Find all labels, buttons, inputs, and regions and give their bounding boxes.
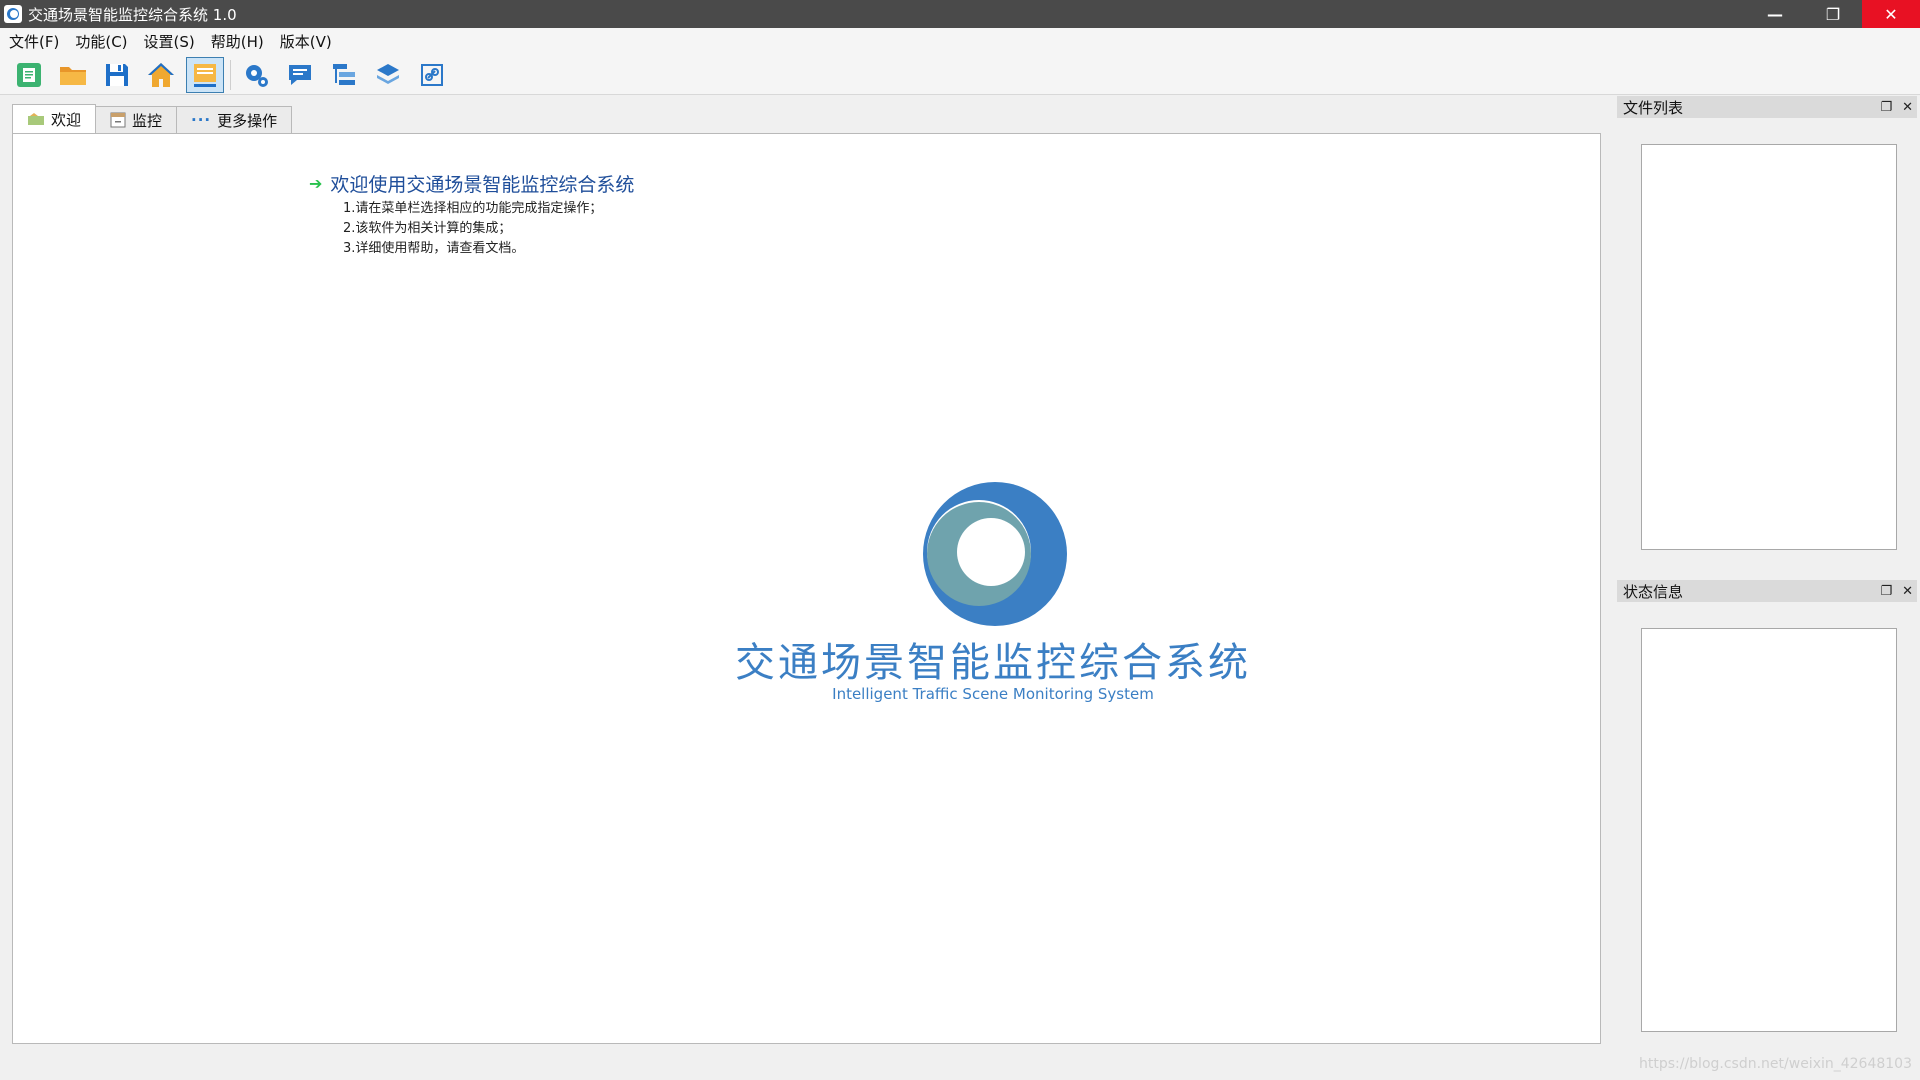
message-button[interactable] <box>281 57 319 93</box>
tree-list-button[interactable] <box>325 57 363 93</box>
monitor-icon <box>194 63 216 87</box>
title-bar: 交通场景智能监控综合系统 1.0 — ❐ ✕ <box>0 0 1920 28</box>
logo-title: 交通场景智能监控综合系统 <box>735 640 1251 686</box>
status-info-box[interactable] <box>1641 628 1897 1032</box>
close-icon[interactable]: ✕ <box>1902 584 1913 599</box>
tab-monitor[interactable]: 监控 <box>95 106 178 133</box>
welcome-page: ➔ 欢迎使用交通场景智能监控综合系统 1.请在菜单栏选择相应的功能完成指定操作；… <box>12 133 1601 1044</box>
monitor-button[interactable] <box>186 56 224 93</box>
menu-help[interactable]: 帮助(H) <box>205 31 270 52</box>
home-icon <box>148 62 174 87</box>
file-list-panel: 文件列表 ❐ ✕ <box>1617 96 1917 560</box>
welcome-heading: ➔ 欢迎使用交通场景智能监控综合系统 <box>309 170 634 197</box>
file-list-header: 文件列表 ❐ ✕ <box>1617 96 1917 118</box>
layers-icon <box>377 63 399 84</box>
welcome-line-3: 3.详细使用帮助，请查看文档。 <box>343 241 525 256</box>
open-folder-icon <box>60 66 86 85</box>
welcome-line-1: 1.请在菜单栏选择相应的功能完成指定操作； <box>343 201 603 216</box>
tab-monitor-label: 监控 <box>132 111 163 130</box>
close-button[interactable]: ✕ <box>1862 0 1920 28</box>
layers-button[interactable] <box>369 57 407 93</box>
menu-version[interactable]: 版本(V) <box>274 31 338 52</box>
tree-list-icon <box>333 63 355 85</box>
status-info-title: 状态信息 <box>1623 582 1684 601</box>
save-button[interactable] <box>98 57 136 93</box>
save-icon <box>106 63 128 86</box>
tab-more-actions[interactable]: ··· 更多操作 <box>176 106 293 133</box>
close-icon[interactable]: ✕ <box>1902 100 1913 115</box>
minimize-button[interactable]: — <box>1746 0 1804 28</box>
welcome-line-2: 2.该软件为相关计算的集成； <box>343 221 512 236</box>
window-title: 交通场景智能监控综合系统 1.0 <box>28 5 237 24</box>
file-list-box[interactable] <box>1641 144 1897 550</box>
welcome-icon <box>28 113 44 125</box>
status-info-panel: 状态信息 ❐ ✕ <box>1617 580 1917 1050</box>
logo-subtitle: Intelligent Traffic Scene Monitoring Sys… <box>832 685 1154 703</box>
float-icon[interactable]: ❐ <box>1880 100 1892 115</box>
welcome-heading-text: 欢迎使用交通场景智能监控综合系统 <box>330 174 635 196</box>
new-button[interactable] <box>10 57 48 93</box>
main-tab-bar: 欢迎 监控 ··· 更多操作 <box>12 104 293 134</box>
more-icon: ··· <box>191 111 212 129</box>
status-info-header: 状态信息 ❐ ✕ <box>1617 580 1917 602</box>
menu-bar: 文件(F) 功能(C) 设置(S) 帮助(H) 版本(V) <box>0 28 1920 55</box>
message-icon <box>289 64 311 85</box>
toolbar-separator <box>230 59 231 90</box>
link-button[interactable] <box>413 57 451 93</box>
welcome-text-block: ➔ 欢迎使用交通场景智能监控综合系统 1.请在菜单栏选择相应的功能完成指定操作；… <box>309 170 634 259</box>
watermark: https://blog.csdn.net/weixin_42648103 <box>1638 1056 1912 1072</box>
menu-function[interactable]: 功能(C) <box>69 31 133 52</box>
menu-settings[interactable]: 设置(S) <box>138 31 201 52</box>
tab-welcome-label: 欢迎 <box>51 110 82 129</box>
float-icon[interactable]: ❐ <box>1880 584 1892 599</box>
tab-welcome[interactable]: 欢迎 <box>12 104 97 133</box>
app-icon <box>4 5 22 23</box>
file-list-title: 文件列表 <box>1623 98 1684 117</box>
new-document-icon <box>17 62 41 87</box>
toolbar <box>0 55 1920 95</box>
settings-button[interactable] <box>237 57 275 93</box>
home-button[interactable] <box>142 57 180 93</box>
link-icon <box>421 63 443 86</box>
menu-file[interactable]: 文件(F) <box>3 31 65 52</box>
open-button[interactable] <box>54 57 92 93</box>
monitor-tab-icon <box>110 112 126 128</box>
arrow-right-icon: ➔ <box>309 174 323 193</box>
settings-icon <box>246 64 268 87</box>
crescent-logo-icon <box>923 482 1067 626</box>
tab-more-actions-label: 更多操作 <box>217 111 278 130</box>
restore-button[interactable]: ❐ <box>1804 0 1862 28</box>
